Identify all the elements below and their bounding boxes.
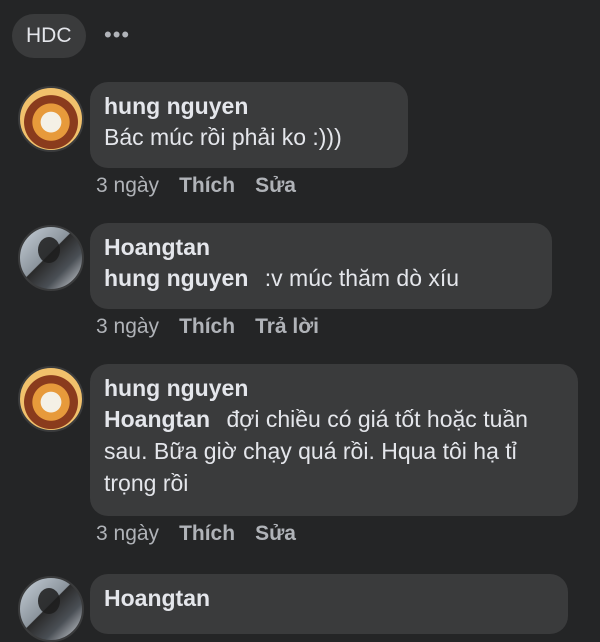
group-chip[interactable]: HDC xyxy=(12,14,86,58)
mention-link[interactable]: hung nguyen xyxy=(104,265,248,291)
comment-text: Bác múc rồi phải ko :))) xyxy=(104,124,342,150)
more-options-icon[interactable]: ••• xyxy=(104,22,130,48)
comment-time[interactable]: 3 ngày xyxy=(96,522,159,546)
mention-link[interactable]: Hoangtan xyxy=(104,406,210,432)
comment-author[interactable]: Hoangtan xyxy=(104,232,538,262)
comment-bubble: Hoangtan hung nguyen :v múc thăm dò xíu xyxy=(90,223,552,309)
comment-bubble: Hoangtan xyxy=(90,574,568,634)
comment-bubble: hung nguyen Bác múc rồi phải ko :))) xyxy=(90,82,408,168)
like-button[interactable]: Thích xyxy=(179,174,235,198)
avatar[interactable] xyxy=(18,366,84,432)
comment-bubble: hung nguyen Hoangtan đợi chiều có giá tố… xyxy=(90,364,578,516)
edit-button[interactable]: Sửa xyxy=(255,522,296,546)
avatar[interactable] xyxy=(18,86,84,152)
edit-button[interactable]: Sửa xyxy=(255,174,296,198)
like-button[interactable]: Thích xyxy=(179,315,235,339)
reply-button[interactable]: Trả lời xyxy=(255,315,319,339)
comment-time[interactable]: 3 ngày xyxy=(96,174,159,198)
avatar[interactable] xyxy=(18,576,84,642)
comment-text: :v múc thăm dò xíu xyxy=(264,265,460,291)
comment-author[interactable]: hung nguyen xyxy=(104,91,394,121)
comment-actions: 3 ngày Thích Sửa xyxy=(96,522,296,546)
comment-author[interactable]: Hoangtan xyxy=(104,583,554,613)
comment-author[interactable]: hung nguyen xyxy=(104,373,564,403)
group-label: HDC xyxy=(26,24,72,47)
comment-actions: 3 ngày Thích Trả lời xyxy=(96,315,319,339)
like-button[interactable]: Thích xyxy=(179,522,235,546)
comment-actions: 3 ngày Thích Sửa xyxy=(96,174,296,198)
avatar[interactable] xyxy=(18,225,84,291)
comment-time[interactable]: 3 ngày xyxy=(96,315,159,339)
